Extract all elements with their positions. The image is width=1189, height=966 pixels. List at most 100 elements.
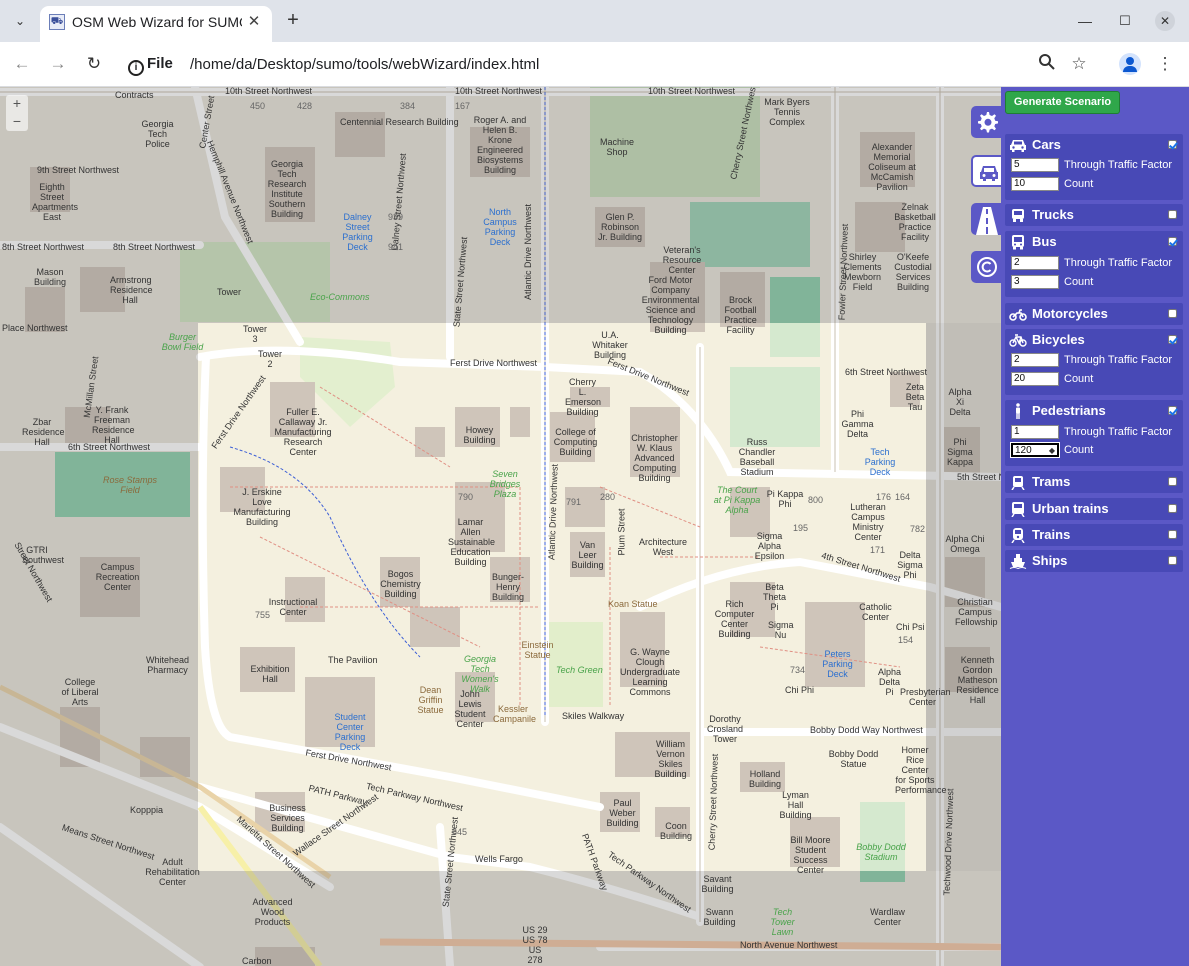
cars-count-input[interactable]: 10 [1011, 177, 1059, 191]
vehicle-label: Urban trains [1032, 501, 1109, 516]
tab-vehicles[interactable] [971, 155, 1003, 187]
maximize-icon[interactable]: ☐ [1115, 11, 1135, 31]
trains-checkbox[interactable] [1168, 530, 1177, 539]
street-label: 10th Street Northwest [225, 87, 313, 96]
bicycles-count-input[interactable]: 20 [1011, 372, 1059, 386]
url-text[interactable]: /home/da/Desktop/sumo/tools/webWizard/in… [190, 56, 539, 73]
forward-arrow-icon[interactable]: → [46, 52, 70, 76]
address-number: 791 [566, 497, 582, 507]
bicycle-icon [1009, 334, 1027, 347]
place-label: College of Computing Building [553, 427, 598, 457]
vehicle-label: Pedestrians [1032, 403, 1106, 418]
window-close-icon[interactable]: ✕ [1155, 11, 1175, 31]
vehicle-label: Bus [1032, 234, 1057, 249]
place-label: Delta Sigma Phi [897, 550, 923, 580]
place-label: North Campus Parking Deck [483, 207, 517, 247]
place-label: Ford Motor Company Environmental Science… [641, 275, 700, 335]
address-number: 941 [388, 242, 404, 252]
vehicle-row-trams: Trams [1005, 471, 1183, 493]
trams-checkbox[interactable] [1168, 477, 1177, 486]
place-label: Centennial Research Building [340, 117, 459, 127]
favicon-icon: ⛟ [49, 14, 65, 30]
bicycles-factor-input[interactable]: 2 [1011, 353, 1059, 367]
generate-scenario-button[interactable]: Generate Scenario [1005, 91, 1120, 114]
place-label: Eco-Commons [310, 292, 370, 302]
minimize-icon[interactable]: — [1075, 11, 1095, 31]
zoom-out-button[interactable]: − [6, 113, 28, 131]
vehicle-label: Motorcycles [1032, 306, 1108, 321]
kebab-menu-icon[interactable]: ⋮ [1154, 53, 1176, 75]
street-label: Atlantic Drive Northwest [523, 203, 534, 301]
tab-search-chevron-icon[interactable]: ⌄ [8, 9, 32, 33]
motorcycles-checkbox[interactable] [1168, 309, 1177, 318]
address-number: 280 [600, 492, 616, 502]
vehicle-row-bus: Bus 2 Through Traffic Factor 3 Count [1005, 231, 1183, 297]
place-label: Kessler Campanile [493, 704, 537, 724]
place-label: Dean Griffin Statue [417, 685, 444, 715]
place-label: Christian Campus Fellowship [955, 597, 998, 627]
place-label: Alexander Memorial Coliseum at McCamish … [868, 142, 916, 192]
pedestrians-checkbox[interactable] [1168, 406, 1177, 415]
place-label: Glen P. Robinson Jr. Building [597, 212, 643, 242]
browser-tab[interactable]: ⛟ OSM Web Wizard for SUMO ✕ [40, 6, 272, 42]
place-label: Peters Parking Deck [822, 649, 853, 679]
profile-avatar-icon[interactable] [1119, 53, 1141, 75]
trucks-checkbox[interactable] [1168, 210, 1177, 219]
place-label: Roger A. and Helen B. Krone Engineered B… [473, 115, 527, 175]
address-number: 645 [452, 827, 468, 837]
spinner-arrows-icon[interactable]: ◆ [1049, 445, 1055, 457]
tab-strip: ⌄ ⛟ OSM Web Wizard for SUMO ✕ + — ☐ ✕ [0, 0, 1189, 42]
ship-icon [1009, 554, 1027, 569]
bicycles-checkbox[interactable] [1168, 335, 1177, 344]
bus-factor-input[interactable]: 2 [1011, 256, 1059, 270]
cars-checkbox[interactable] [1168, 140, 1177, 149]
address-number: 154 [898, 635, 914, 645]
cars-factor-input[interactable]: 5 [1011, 158, 1059, 172]
zoom-magnifier-icon[interactable] [1036, 53, 1058, 75]
place-label: Kenneth Gordon Matheson Residence Hall [956, 655, 999, 705]
place-label: Bobby Dodd Statue [828, 749, 879, 769]
place-label: Alpha Chi Omega [945, 534, 985, 554]
site-info-chip[interactable]: i File [128, 55, 173, 76]
pedestrians-factor-input[interactable]: 1 [1011, 425, 1059, 439]
place-label: Pi Kappa Phi [766, 489, 804, 509]
place-label: Student Center Parking Deck [334, 712, 366, 752]
copyright-icon [977, 257, 997, 277]
urban-trains-checkbox[interactable] [1168, 504, 1177, 513]
tab-road-types[interactable] [971, 203, 1003, 235]
bus-count-input[interactable]: 3 [1011, 275, 1059, 289]
new-tab-icon[interactable]: + [282, 9, 304, 31]
place-label: The Court at Pi Kappa Alpha [713, 485, 761, 515]
tab-settings[interactable] [971, 106, 1003, 138]
bus-checkbox[interactable] [1168, 237, 1177, 246]
pedestrians-count-input[interactable]: 120 ◆ [1010, 442, 1060, 458]
back-arrow-icon[interactable]: ← [10, 52, 34, 76]
tab-copyright[interactable] [971, 251, 1003, 283]
reload-icon[interactable]: ↻ [82, 52, 106, 76]
street-label: 8th Street Northwest [2, 242, 85, 252]
place-label: John Lewis Student Center [454, 689, 486, 729]
bookmark-star-icon[interactable]: ☆ [1068, 53, 1090, 75]
street-label: Bobby Dodd Way Northwest [810, 725, 923, 735]
street-label: Plum Street [616, 508, 627, 556]
place-label: Beta Theta Pi [762, 582, 786, 612]
place-label: Brock Football Practice Facility [724, 295, 757, 335]
vehicle-row-urban-trains: Urban trains [1005, 498, 1183, 520]
street-label: 10th Street Northwest [648, 87, 736, 96]
ships-checkbox[interactable] [1168, 556, 1177, 565]
street-label: Place Northwest [2, 323, 68, 333]
place-label: Holland Building [748, 769, 782, 789]
street-label: 10th Street Northwest [455, 87, 543, 96]
place-label: Seven Bridges Plaza [489, 469, 521, 499]
car-icon [1010, 140, 1026, 152]
place-label: Mark Byers Tennis Complex [764, 97, 810, 127]
tab-close-icon[interactable]: ✕ [244, 12, 264, 32]
car-icon [980, 166, 998, 181]
osm-map[interactable]: + − 10th Street Northwest 10th Street No… [0, 87, 1001, 966]
place-label: Einstein Statue [521, 640, 554, 660]
zoom-in-button[interactable]: + [6, 95, 28, 113]
gear-icon [978, 112, 998, 133]
address-number: 755 [255, 610, 271, 620]
address-bar[interactable]: i File /home/da/Desktop/sumo/tools/webWiz… [120, 48, 1098, 81]
vehicle-row-cars: Cars 5 Through Traffic Factor 10 Count [1005, 134, 1183, 200]
